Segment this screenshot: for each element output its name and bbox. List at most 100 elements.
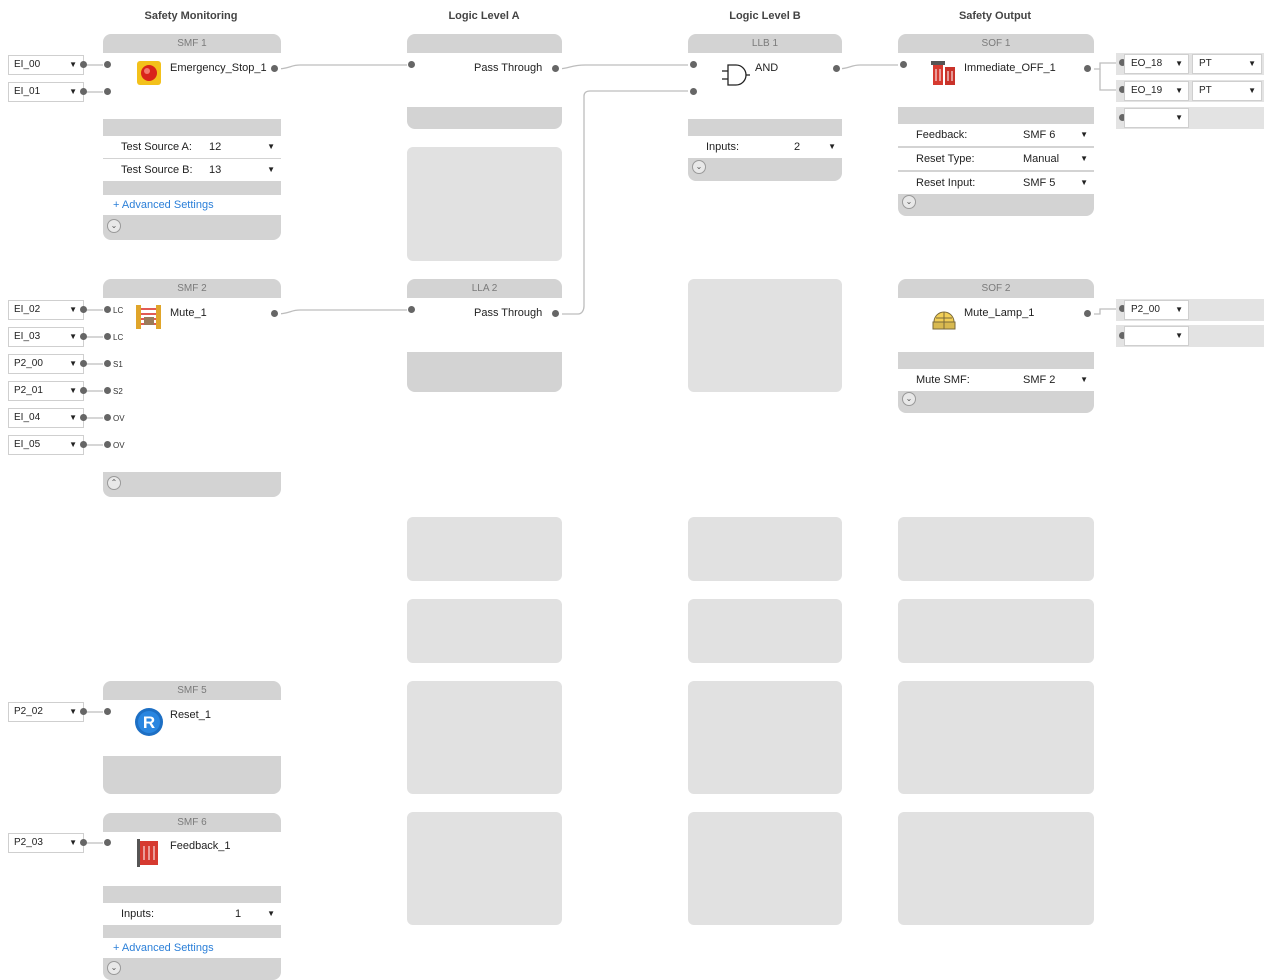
empty-slot[interactable] [407, 517, 562, 581]
input-connector[interactable] [80, 387, 87, 394]
empty-slot[interactable] [898, 812, 1094, 925]
empty-slot[interactable] [407, 599, 562, 663]
empty-slot[interactable] [407, 147, 562, 261]
output-connector[interactable] [552, 310, 559, 317]
lla2-block[interactable]: LLA 2 [407, 279, 562, 392]
lla1-block[interactable] [407, 34, 562, 129]
smf2-input-select[interactable]: P2_01 ▼ [8, 381, 84, 401]
pin-label: OV [113, 414, 125, 423]
empty-slot[interactable] [688, 812, 842, 925]
chevron-down-icon: ▼ [1080, 154, 1088, 163]
empty-slot[interactable] [407, 681, 562, 794]
inputs-param[interactable]: Inputs: 2 ▼ [688, 136, 842, 158]
expand-chevron-icon[interactable]: ⌄ [107, 219, 121, 233]
input-connector[interactable] [690, 61, 697, 68]
input-connector[interactable] [408, 61, 415, 68]
input-connector[interactable] [80, 441, 87, 448]
expand-chevron-icon[interactable]: ⌄ [692, 160, 706, 174]
function-name: Mute_1 [170, 307, 207, 319]
smf2-input-select[interactable]: P2_00 ▼ [8, 354, 84, 374]
smf1-input-select[interactable]: EI_01 ▼ [8, 82, 84, 102]
smf2-input-select[interactable]: EI_05 ▼ [8, 435, 84, 455]
smf6-block[interactable]: SMF 6 Inputs: 1 ▼ + Advanced Settings ⌄ [103, 813, 281, 980]
collapse-chevron-icon[interactable]: ⌃ [107, 476, 121, 490]
chevron-down-icon: ▼ [267, 165, 275, 174]
empty-slot[interactable] [898, 517, 1094, 581]
feedback-param[interactable]: Feedback: SMF 6 ▼ [898, 124, 1094, 146]
input-connector[interactable] [104, 333, 111, 340]
inputs-param[interactable]: Inputs: 1 ▼ [103, 903, 281, 925]
smf5-block[interactable]: SMF 5 [103, 681, 281, 794]
input-connector[interactable] [80, 708, 87, 715]
chevron-down-icon: ▼ [69, 838, 77, 847]
output-connector[interactable] [271, 310, 278, 317]
smf2-input-select[interactable]: EI_04 ▼ [8, 408, 84, 428]
expand-chevron-icon[interactable]: ⌄ [107, 961, 121, 975]
empty-slot[interactable] [898, 681, 1094, 794]
pin-label: S1 [113, 360, 123, 369]
chevron-down-icon: ▼ [267, 142, 275, 151]
input-connector[interactable] [80, 306, 87, 313]
smf5-input-select[interactable]: P2_02 ▼ [8, 702, 84, 722]
empty-slot[interactable] [688, 681, 842, 794]
chevron-down-icon: ▼ [69, 440, 77, 449]
output-connector[interactable] [833, 65, 840, 72]
output-connector[interactable] [552, 65, 559, 72]
input-connector[interactable] [104, 88, 111, 95]
input-connector[interactable] [104, 708, 111, 715]
input-connector[interactable] [104, 387, 111, 394]
input-connector[interactable] [408, 306, 415, 313]
empty-slot[interactable] [688, 517, 842, 581]
expand-chevron-icon[interactable]: ⌄ [902, 392, 916, 406]
output-select[interactable]: EO_18 ▼ [1124, 54, 1189, 74]
smf2-input-select[interactable]: EI_02 ▼ [8, 300, 84, 320]
output-connector[interactable] [271, 65, 278, 72]
empty-slot[interactable] [407, 812, 562, 925]
output-select[interactable]: EO_19 ▼ [1124, 81, 1189, 101]
empty-slot[interactable] [898, 599, 1094, 663]
input-connector[interactable] [80, 839, 87, 846]
empty-slot[interactable] [688, 279, 842, 392]
param-label: Test Source A: [121, 141, 192, 153]
param-label: Inputs: [706, 141, 740, 153]
output-mode-select[interactable]: PT ▼ [1192, 54, 1262, 74]
input-connector[interactable] [104, 360, 111, 367]
empty-slot[interactable] [688, 599, 842, 663]
input-connector[interactable] [104, 414, 111, 421]
output-connector[interactable] [1084, 310, 1091, 317]
llb1-block[interactable]: LLB 1 Inputs: 2 ▼ ⌄ [688, 34, 842, 181]
output-mode-select[interactable]: PT ▼ [1192, 81, 1262, 101]
smf1-input-select[interactable]: EI_00 ▼ [8, 55, 84, 75]
output-select[interactable]: ▼ [1124, 326, 1189, 346]
chevron-down-icon: ▼ [1248, 86, 1256, 95]
block-title: LLB 1 [751, 38, 779, 49]
output-connector[interactable] [1084, 65, 1091, 72]
input-connector[interactable] [900, 61, 907, 68]
input-connector[interactable] [104, 839, 111, 846]
test-source-a-param[interactable]: Test Source A: 12 ▼ [103, 136, 281, 158]
svg-text:R: R [143, 713, 155, 732]
advanced-settings-link[interactable]: + Advanced Settings [103, 938, 281, 958]
sof2-block[interactable]: SOF 2 Mute SMF: SMF 2 ▼ ⌄ [898, 279, 1094, 413]
input-connector[interactable] [690, 88, 697, 95]
input-connector[interactable] [80, 360, 87, 367]
input-connector[interactable] [80, 333, 87, 340]
reset-type-param[interactable]: Reset Type: Manual ▼ [898, 148, 1094, 170]
expand-chevron-icon[interactable]: ⌄ [902, 195, 916, 209]
mute-smf-param[interactable]: Mute SMF: SMF 2 ▼ [898, 369, 1094, 391]
output-select[interactable]: P2_00 ▼ [1124, 300, 1189, 320]
input-connector[interactable] [104, 441, 111, 448]
advanced-settings-link[interactable]: + Advanced Settings [103, 195, 281, 215]
input-connector[interactable] [104, 61, 111, 68]
input-connector[interactable] [80, 61, 87, 68]
input-connector[interactable] [80, 88, 87, 95]
reset-input-param[interactable]: Reset Input: SMF 5 ▼ [898, 172, 1094, 194]
smf6-input-select[interactable]: P2_03 ▼ [8, 833, 84, 853]
test-source-b-param[interactable]: Test Source B: 13 ▼ [103, 159, 281, 181]
input-connector[interactable] [104, 306, 111, 313]
function-name: Emergency_Stop_1 [170, 62, 267, 74]
input-connector[interactable] [80, 414, 87, 421]
output-select[interactable]: ▼ [1124, 108, 1189, 128]
param-value: SMF 5 [1023, 177, 1056, 189]
smf2-input-select[interactable]: EI_03 ▼ [8, 327, 84, 347]
